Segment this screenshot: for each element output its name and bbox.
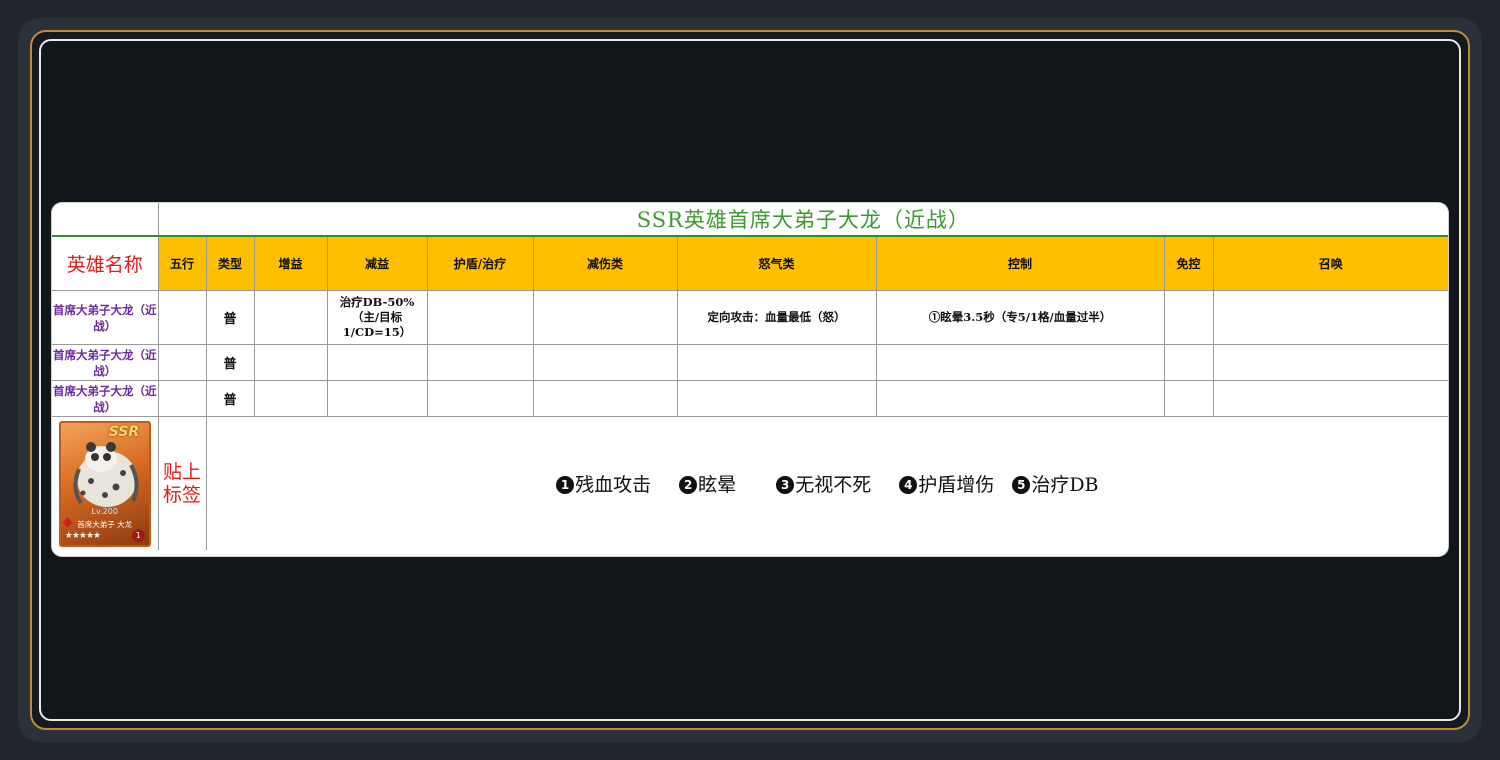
control-cell: ①眩晕3.5秒（专5/1格/血量过半） xyxy=(875,290,1165,345)
hero-skill-table: SSR英雄首席大弟子大龙（近战） 英雄名称 五行 类型 增益 减益 护盾/治疗 … xyxy=(52,203,1448,550)
card-hero-name: 首席大弟子 大龙 xyxy=(77,519,133,529)
card-rarity: SSR xyxy=(108,423,140,440)
panda-warrior-icon xyxy=(73,441,139,507)
table-row: 首席大弟子大龙（近战） 普 xyxy=(52,380,1448,417)
header-row: 英雄名称 五行 类型 增益 减益 护盾/治疗 减伤类 怒气类 控制 免控 召唤 xyxy=(52,235,1448,291)
sheet-title-cell: SSR英雄首席大弟子大龙（近战） xyxy=(157,203,1448,237)
tag-item: 3 无视不死 xyxy=(776,470,871,497)
card-level: Lv.200 xyxy=(91,506,118,516)
hero-card-image: SSR Lv.200 首席大弟子 大龙 ★★★★★ 1 xyxy=(58,420,151,547)
buff-cell xyxy=(253,380,328,417)
type-cell: 普 xyxy=(205,290,255,345)
control-cell xyxy=(875,380,1165,417)
tag-number: 3 xyxy=(776,476,795,494)
rage-cell: 定向攻击：血量最低（怒） xyxy=(676,290,877,345)
element-cell xyxy=(157,344,207,381)
hero-card-cell: SSR Lv.200 首席大弟子 大龙 ★★★★★ 1 xyxy=(52,416,159,550)
header-hero-name: 英雄名称 xyxy=(52,235,159,291)
table-row: 首席大弟子大龙（近战） 普 治疗DB-50%（主/目标1/CD=15） 定向攻击… xyxy=(52,290,1448,345)
tag-number: 4 xyxy=(899,476,918,494)
sheet-title: SSR英雄首席大弟子大龙（近战） xyxy=(636,208,970,232)
debuff-cell xyxy=(326,344,428,381)
tags-cell: 1 残血攻击 2 眩晕 3 无视不死 4 护盾增伤 5 治疗DB xyxy=(205,416,1448,550)
tag-number: 2 xyxy=(679,476,698,494)
summon-cell xyxy=(1212,380,1448,417)
buff-cell xyxy=(253,344,328,381)
tag-item: 5 治疗DB xyxy=(1012,470,1099,497)
type-cell: 普 xyxy=(205,344,255,381)
header-summon: 召唤 xyxy=(1212,235,1448,291)
header-type: 类型 xyxy=(205,235,255,291)
hero-name-cell: 首席大弟子大龙（近战） xyxy=(52,344,159,381)
hero-spreadsheet: SSR英雄首席大弟子大龙（近战） 英雄名称 五行 类型 增益 减益 护盾/治疗 … xyxy=(52,203,1448,556)
header-buff: 增益 xyxy=(253,235,328,291)
rage-cell xyxy=(676,344,877,381)
tag-list: 1 残血攻击 2 眩晕 3 无视不死 4 护盾增伤 5 治疗DB xyxy=(207,470,1448,497)
rage-cell xyxy=(676,380,877,417)
tag-number: 5 xyxy=(1012,476,1031,494)
tag-label: 贴上标签 xyxy=(162,460,201,506)
tag-label-cell: 贴上标签 xyxy=(157,416,207,550)
tag-text: 治疗DB xyxy=(1031,474,1099,496)
tag-item: 1 残血攻击 xyxy=(556,470,651,497)
damage-reduction-cell xyxy=(532,344,678,381)
tag-text: 护盾增伤 xyxy=(918,474,995,496)
shield-heal-cell xyxy=(426,290,534,345)
header-control: 控制 xyxy=(875,235,1165,291)
header-shield-heal: 护盾/治疗 xyxy=(426,235,534,291)
header-debuff: 减益 xyxy=(326,235,428,291)
card-badge: 1 xyxy=(131,528,145,542)
summon-cell xyxy=(1212,290,1448,345)
debuff-cell: 治疗DB-50%（主/目标1/CD=15） xyxy=(326,290,428,345)
header-rage: 怒气类 xyxy=(676,235,877,291)
hero-name-cell: 首席大弟子大龙（近战） xyxy=(52,290,159,345)
tag-text: 残血攻击 xyxy=(575,474,652,496)
card-stars: ★★★★★ xyxy=(64,530,101,541)
type-cell: 普 xyxy=(205,380,255,417)
header-damage-reduction: 减伤类 xyxy=(532,235,678,291)
hero-name-cell: 首席大弟子大龙（近战） xyxy=(52,380,159,417)
damage-reduction-cell xyxy=(532,380,678,417)
shield-heal-cell xyxy=(426,380,534,417)
control-immunity-cell xyxy=(1163,290,1214,345)
debuff-cell xyxy=(326,380,428,417)
tag-number: 1 xyxy=(556,476,575,494)
tag-item: 4 护盾增伤 xyxy=(899,470,994,497)
hero-card-row: SSR Lv.200 首席大弟子 大龙 ★★★★★ 1 贴上标签 1 残血攻击 2… xyxy=(52,416,1448,550)
damage-reduction-cell xyxy=(532,290,678,345)
tag-text: 无视不死 xyxy=(795,474,872,496)
control-cell xyxy=(875,344,1165,381)
summon-cell xyxy=(1212,344,1448,381)
title-corner-cell xyxy=(52,203,159,237)
element-cell xyxy=(157,290,207,345)
control-immunity-cell xyxy=(1163,380,1214,417)
buff-cell xyxy=(253,290,328,345)
tag-item: 2 眩晕 xyxy=(679,470,736,497)
element-cell xyxy=(157,380,207,417)
table-row: 首席大弟子大龙（近战） 普 xyxy=(52,344,1448,381)
header-element: 五行 xyxy=(157,235,207,291)
control-immunity-cell xyxy=(1163,344,1214,381)
header-control-immunity: 免控 xyxy=(1163,235,1214,291)
tag-text: 眩晕 xyxy=(698,474,737,496)
shield-heal-cell xyxy=(426,344,534,381)
